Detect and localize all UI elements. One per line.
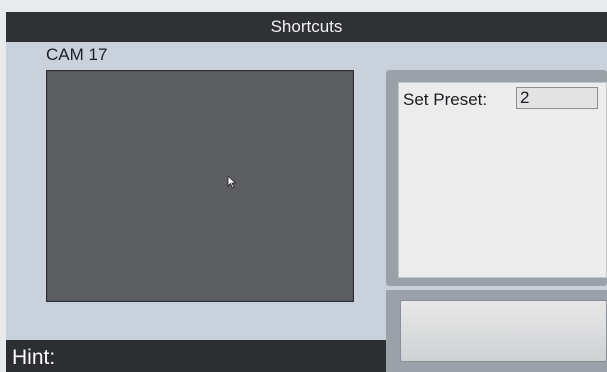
hint-label: Hint:	[12, 346, 56, 369]
camera-video-view[interactable]	[46, 70, 354, 302]
set-preset-label: Set Preset:	[403, 90, 488, 109]
window-title: Shortcuts	[270, 17, 343, 36]
action-button[interactable]	[400, 300, 607, 362]
preset-panel-content: Set Preset: 2	[398, 82, 607, 278]
mouse-pointer-icon	[227, 175, 237, 189]
title-bar: Shortcuts	[6, 12, 607, 42]
preset-input[interactable]: 2	[516, 87, 598, 109]
shortcuts-window: Shortcuts CAM 17 Set Preset: 2 Hint:	[6, 12, 607, 372]
preset-panel: Set Preset: 2	[386, 70, 607, 286]
action-button-panel	[386, 290, 607, 372]
hint-bar: Hint:	[6, 340, 386, 372]
camera-label: CAM 17	[46, 45, 108, 64]
